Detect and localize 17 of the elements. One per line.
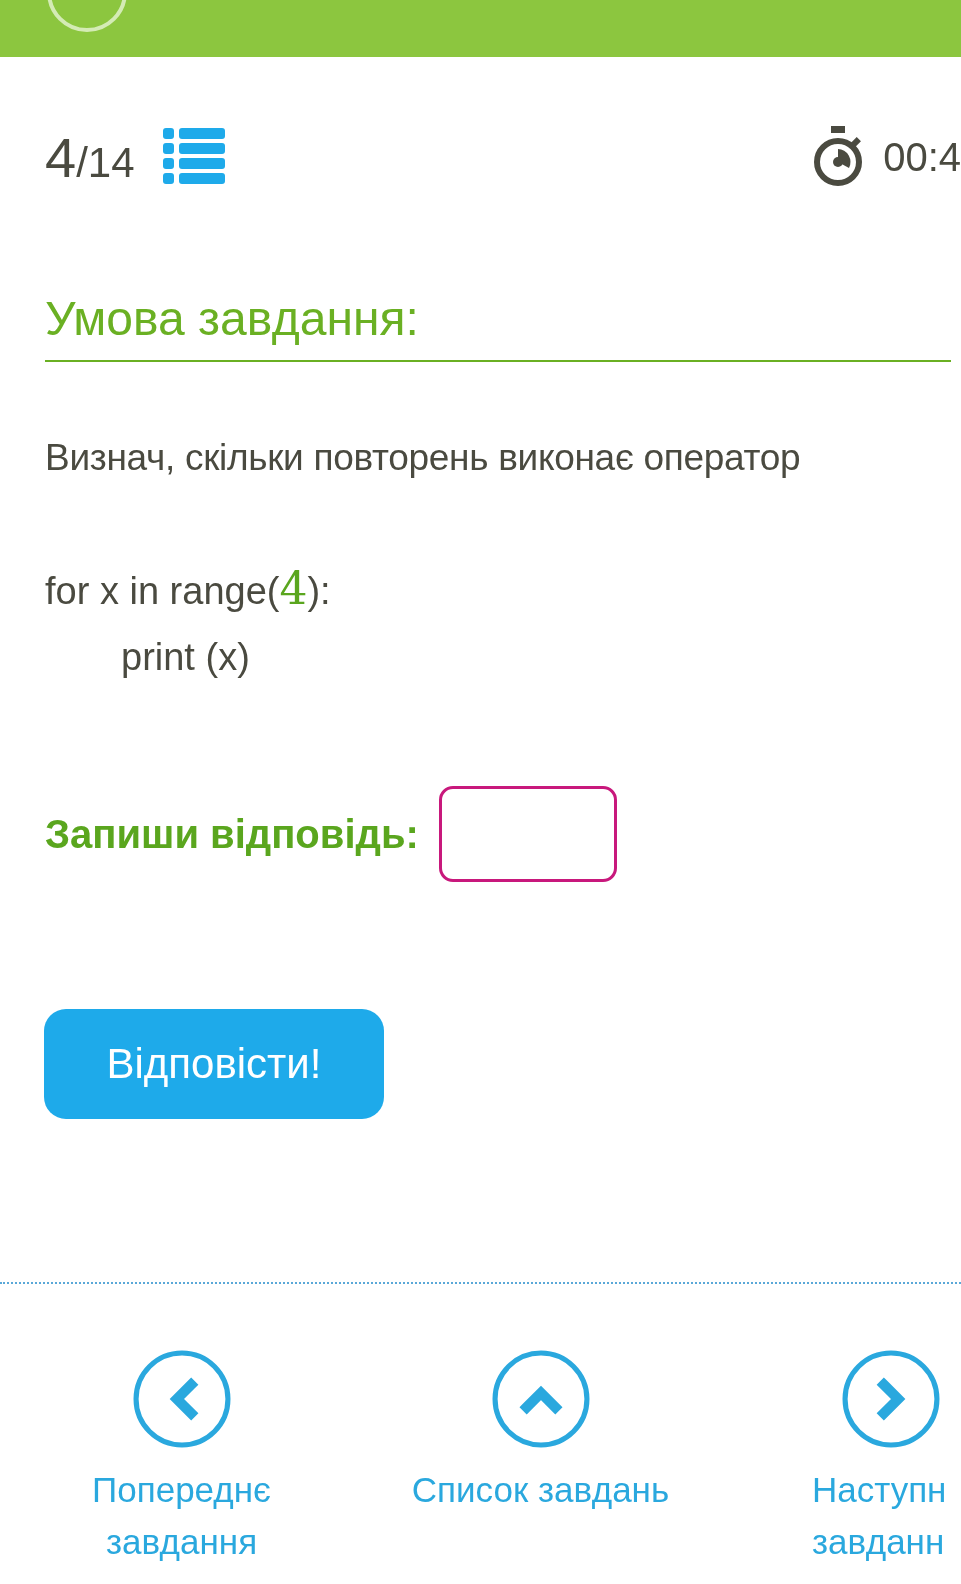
code-line: for x in range(4): <box>45 570 331 612</box>
answer-label: Запиши відповідь: <box>45 811 419 857</box>
question-text: Визнач, скільки повторень виконає оператор <box>45 437 802 479</box>
chevron-up-circle-icon[interactable] <box>491 1350 590 1448</box>
timer-text: 00:4 <box>883 134 961 180</box>
chevron-left-circle-icon[interactable] <box>132 1350 231 1448</box>
progress-counter: 4/14 <box>45 124 135 190</box>
list-icon[interactable] <box>162 128 225 186</box>
nav-link[interactable]: Список завдань <box>411 1464 670 1516</box>
chevron-right-circle-icon[interactable] <box>842 1350 940 1448</box>
answer-field[interactable] <box>438 786 617 882</box>
section-title: Умова завдання: <box>45 291 951 362</box>
code-line: print (x) <box>121 636 250 678</box>
answer-button[interactable]: Відповісти! <box>44 1009 384 1119</box>
nav-link[interactable]: Наступн завданн <box>812 1464 947 1568</box>
stopwatch-icon <box>813 126 864 188</box>
nav-link[interactable]: Попереднє завдання <box>92 1464 271 1568</box>
